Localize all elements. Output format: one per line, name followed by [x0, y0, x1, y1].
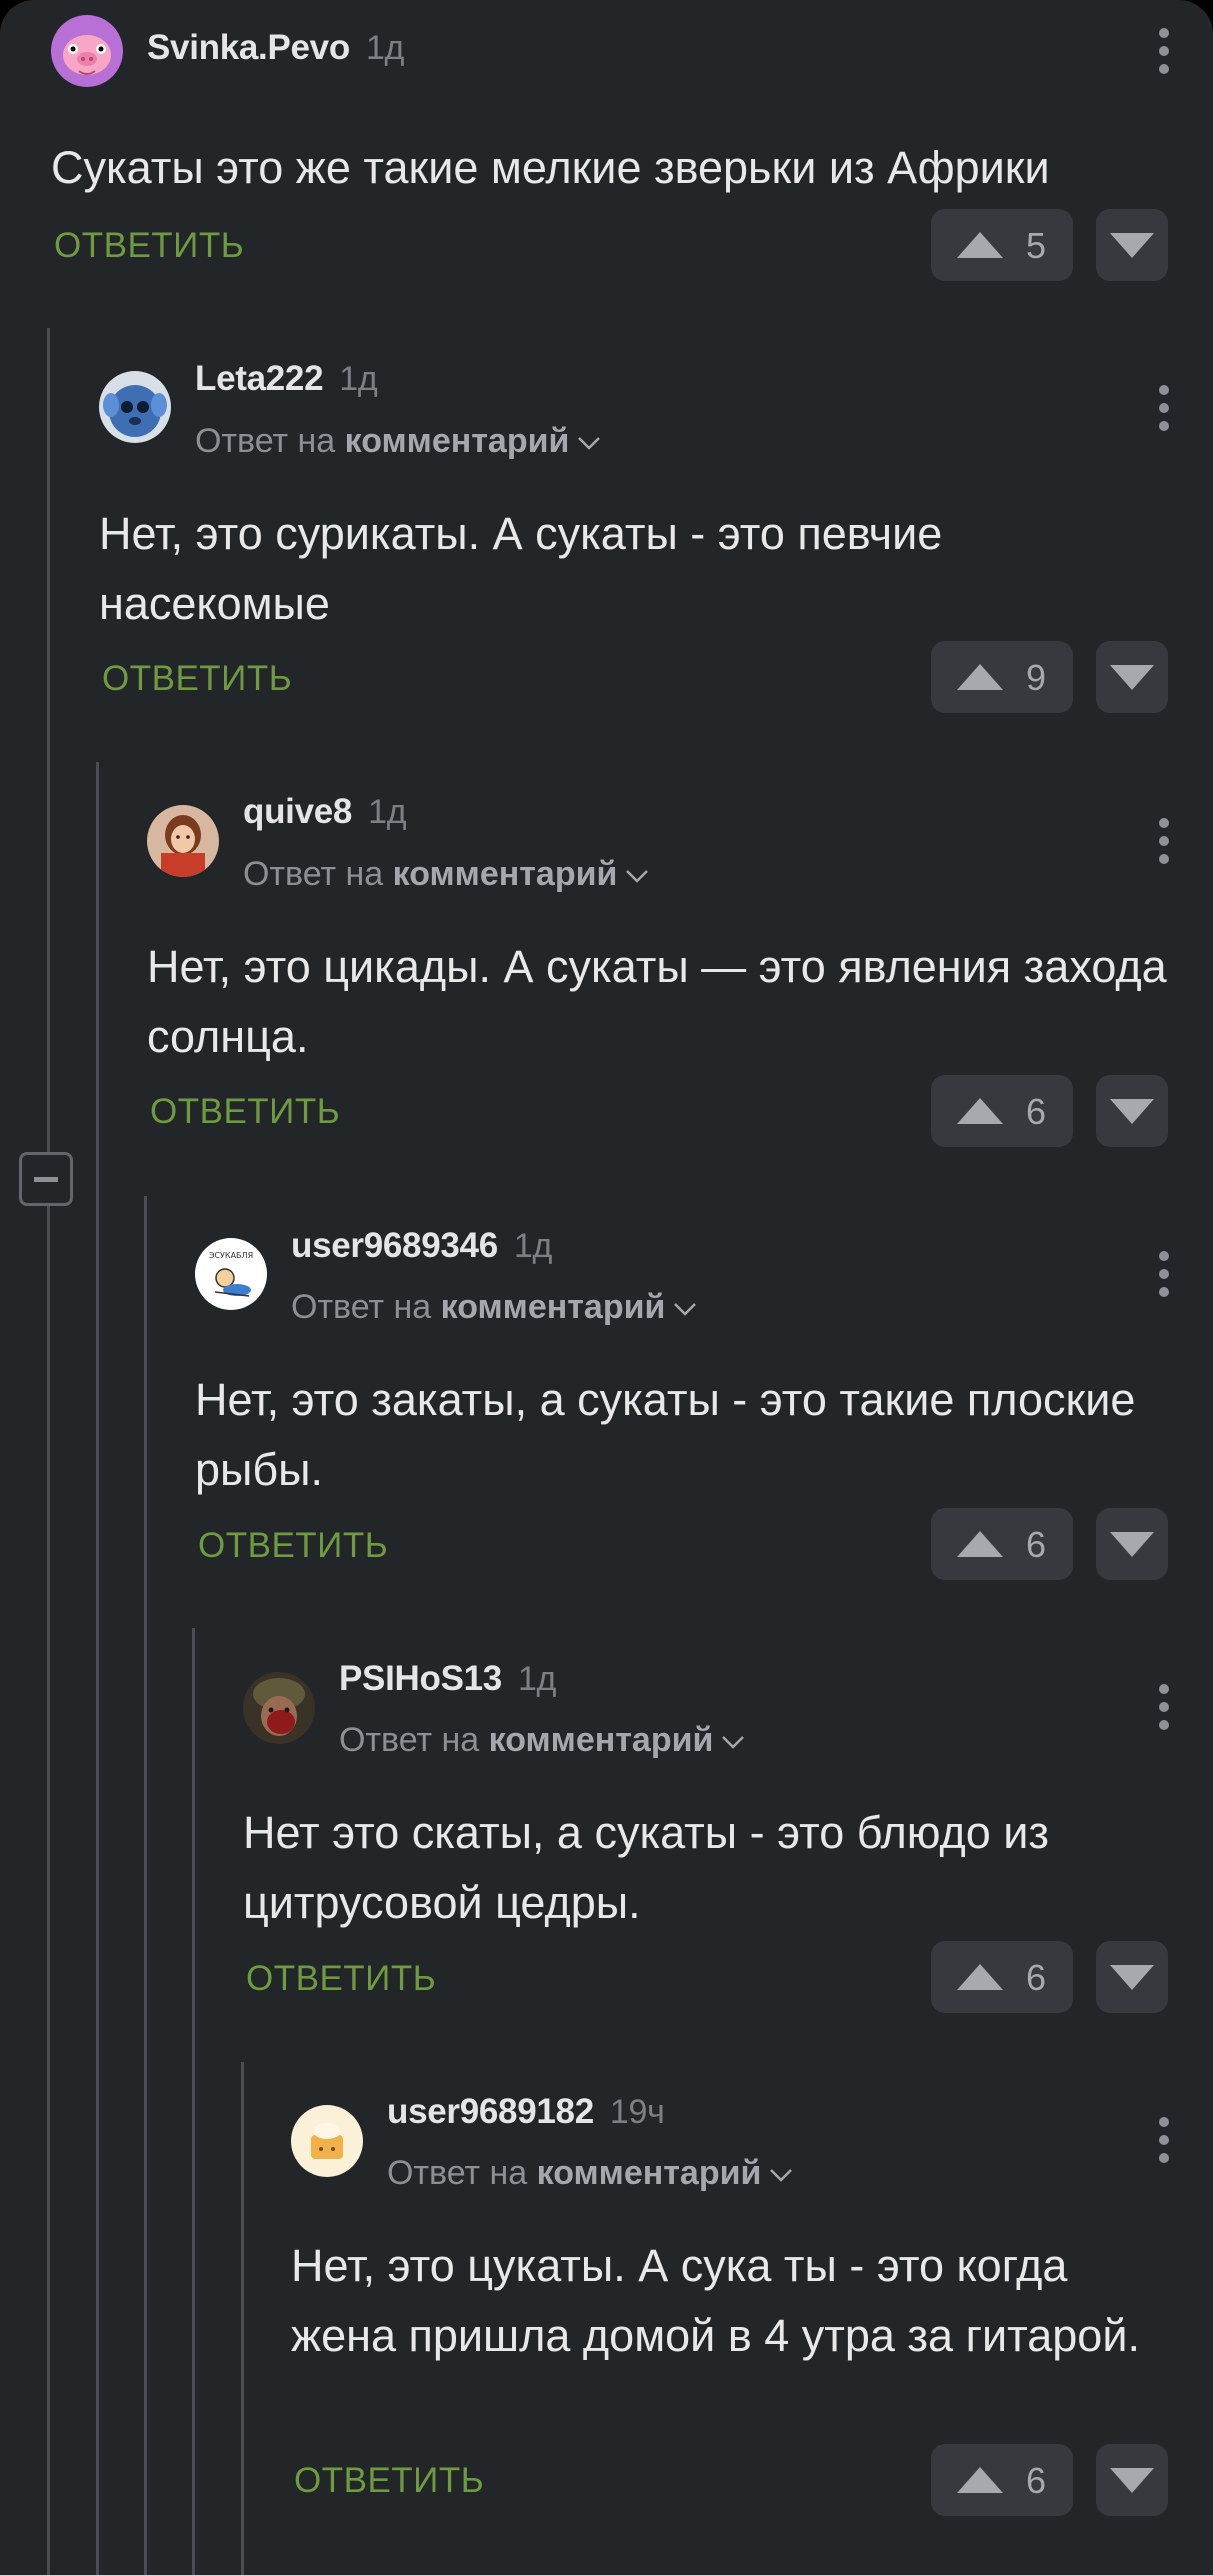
more-options-icon[interactable]: [1157, 28, 1171, 82]
comment-time: 1д: [339, 360, 378, 398]
comment-text: Нет, это цукаты. А сука ты - это когда ж…: [291, 2240, 1140, 2361]
author-name[interactable]: Leta222: [195, 359, 324, 398]
comment-author[interactable]: Svinka.Pevo 1д: [147, 28, 404, 68]
comment-time: 1д: [365, 29, 405, 67]
comment-author[interactable]: quive8 1д: [243, 792, 407, 832]
triangle-down-icon: [1110, 233, 1154, 258]
upvote-button[interactable]: 6: [931, 1075, 1073, 1147]
vote-count: 6: [1026, 1524, 1047, 1565]
upvote-button[interactable]: 5: [931, 209, 1073, 281]
comment-text: Нет, это сурикаты. А сукаты - это певчие…: [99, 508, 943, 629]
comment-author[interactable]: user9689346 1д: [291, 1226, 552, 1266]
thread-line-level-2: [96, 762, 99, 2575]
more-options-icon[interactable]: [1157, 818, 1171, 872]
reply-button[interactable]: ОТВЕТИТЬ: [150, 1092, 340, 1132]
author-name[interactable]: PSIHoS13: [339, 1659, 502, 1698]
vote-count: 6: [1026, 1091, 1047, 1132]
author-name[interactable]: user9689346: [291, 1226, 498, 1265]
triangle-down-icon: [1110, 1965, 1154, 1990]
downvote-button[interactable]: [1096, 1941, 1168, 2013]
downvote-button[interactable]: [1096, 1508, 1168, 1580]
thread-line-level-5: [241, 2062, 244, 2575]
triangle-up-icon: [957, 1531, 1003, 1557]
comment-time: 19ч: [609, 2093, 665, 2131]
avatar[interactable]: [51, 15, 123, 87]
more-options-icon[interactable]: [1157, 1684, 1171, 1738]
avatar-badge-text: ЭСУКАБЛЯ: [209, 1251, 253, 1260]
avatar[interactable]: [99, 371, 171, 443]
more-options-icon[interactable]: [1157, 1251, 1171, 1305]
collapse-thread-button[interactable]: [19, 1152, 73, 1206]
chevron-down-icon: [578, 437, 601, 450]
triangle-down-icon: [1110, 1532, 1154, 1557]
author-name[interactable]: quive8: [243, 792, 352, 831]
comment-author[interactable]: PSIHoS13 1д: [339, 1659, 556, 1699]
downvote-button[interactable]: [1096, 2444, 1168, 2516]
comment-time: 1д: [513, 1227, 553, 1265]
upvote-button[interactable]: 6: [931, 2444, 1073, 2516]
reply-to-link[interactable]: Ответ на комментарий: [243, 855, 649, 894]
author-name[interactable]: Svinka.Pevo: [147, 28, 350, 67]
downvote-button[interactable]: [1096, 641, 1168, 713]
vote-count: 9: [1026, 657, 1047, 698]
reply-button[interactable]: ОТВЕТИТЬ: [294, 2461, 484, 2501]
comment-author[interactable]: user9689182 19ч: [387, 2092, 665, 2132]
downvote-button[interactable]: [1096, 1075, 1168, 1147]
comment-time: 1д: [368, 793, 407, 831]
avatar[interactable]: ЭСУКАБЛЯ: [195, 1238, 267, 1310]
downvote-button[interactable]: [1096, 209, 1168, 281]
triangle-up-icon: [957, 1964, 1003, 1990]
author-name[interactable]: user9689182: [387, 2092, 594, 2131]
more-options-icon[interactable]: [1157, 385, 1171, 439]
comment-text: Сукаты это же такие мелкие зверьки из Аф…: [51, 142, 1050, 193]
comment-text: Нет это скаты, а сукаты - это блюдо из ц…: [243, 1807, 1050, 1928]
triangle-up-icon: [957, 232, 1003, 258]
vote-count: 6: [1026, 2460, 1047, 2501]
upvote-button[interactable]: 6: [931, 1508, 1073, 1580]
chevron-down-icon: [770, 2169, 793, 2182]
triangle-up-icon: [957, 2467, 1003, 2493]
thread-line-level-3: [144, 1196, 147, 2575]
triangle-up-icon: [957, 1098, 1003, 1124]
reply-button[interactable]: ОТВЕТИТЬ: [198, 1526, 388, 1566]
reply-to-link[interactable]: Ответ на комментарий: [291, 1288, 697, 1327]
reply-to-link[interactable]: Ответ на комментарий: [195, 422, 601, 461]
chevron-down-icon: [722, 1736, 745, 1749]
reply-to-link[interactable]: Ответ на комментарий: [387, 2154, 793, 2193]
thread-line-level-1: [47, 328, 50, 1152]
thread-line-level-4: [192, 1628, 195, 2575]
chevron-down-icon: [626, 870, 649, 883]
thread-line-level-1-lower: [47, 1206, 50, 2575]
triangle-down-icon: [1110, 665, 1154, 690]
avatar[interactable]: [291, 2105, 363, 2177]
triangle-down-icon: [1110, 2468, 1154, 2493]
avatar[interactable]: [147, 805, 219, 877]
reply-button[interactable]: ОТВЕТИТЬ: [54, 226, 244, 266]
comment-time: 1д: [517, 1660, 557, 1698]
triangle-up-icon: [957, 664, 1003, 690]
triangle-down-icon: [1110, 1099, 1154, 1124]
comment-author[interactable]: Leta222 1д: [195, 359, 378, 399]
chevron-down-icon: [674, 1303, 697, 1316]
vote-count: 6: [1026, 1957, 1047, 1998]
upvote-button[interactable]: 9: [931, 641, 1073, 713]
upvote-button[interactable]: 6: [931, 1941, 1073, 2013]
comment-text: Нет, это закаты, а сукаты - это такие пл…: [195, 1374, 1136, 1495]
avatar[interactable]: [243, 1672, 315, 1744]
vote-count: 5: [1026, 225, 1047, 266]
comment-text: Нет, это цикады. А сукаты — это явления …: [147, 941, 1167, 1062]
more-options-icon[interactable]: [1157, 2117, 1171, 2171]
reply-button[interactable]: ОТВЕТИТЬ: [246, 1959, 436, 1999]
reply-button[interactable]: ОТВЕТИТЬ: [102, 659, 292, 699]
reply-to-link[interactable]: Ответ на комментарий: [339, 1721, 745, 1760]
comment-thread-screen: Svinka.Pevo 1д Сукаты это же такие мелкие…: [0, 0, 1213, 2575]
